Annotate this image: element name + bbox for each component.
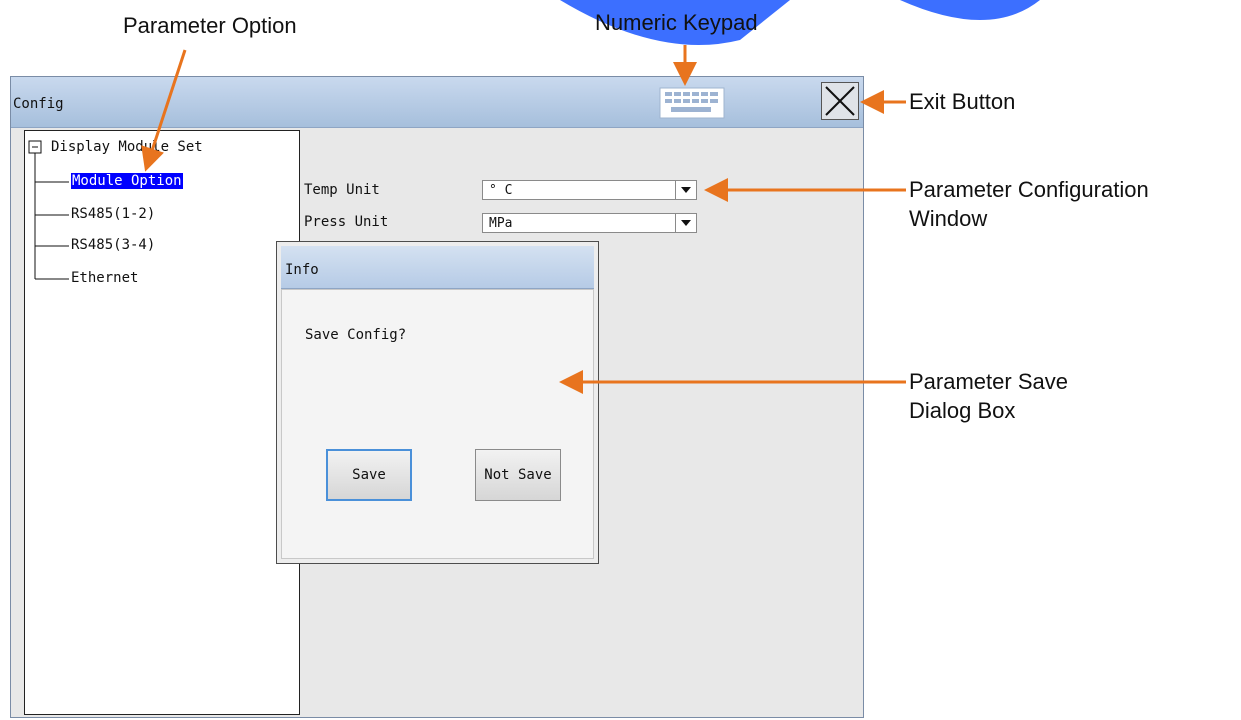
callout-numeric-keypad: Numeric Keypad [595, 10, 758, 35]
window-title: Config [13, 96, 64, 112]
dialog-body: Save Config? Save Not Save [281, 289, 594, 559]
callout-parameter-option: Parameter Option [123, 13, 297, 38]
temp-unit-select[interactable]: ° C [482, 180, 697, 200]
dialog-title: Info [285, 262, 319, 278]
press-unit-value: MPa [489, 216, 513, 231]
tree-item-rs485-3-4[interactable]: RS485(3-4) [71, 237, 155, 253]
not-save-button[interactable]: Not Save [475, 449, 561, 501]
tree-item-ethernet[interactable]: Ethernet [71, 270, 138, 286]
save-dialog: Info Save Config? Save Not Save [276, 241, 599, 564]
chevron-down-icon [675, 181, 696, 199]
tree-root-display-module-set[interactable]: Display Module Set [51, 139, 203, 155]
callout-exit-button: Exit Button [909, 89, 1016, 114]
close-icon [825, 86, 855, 116]
dialog-message: Save Config? [305, 327, 407, 343]
callout-param-config-line1: Parameter Configuration [909, 177, 1149, 202]
press-unit-select[interactable]: MPa [482, 213, 697, 233]
exit-button[interactable] [821, 82, 859, 120]
callout-param-save-line1: Parameter Save [909, 369, 1068, 394]
parameter-tree: Display Module Set Module Option RS485(1… [24, 130, 300, 715]
temp-unit-label: Temp Unit [304, 182, 380, 198]
dialog-titlebar: Info [281, 246, 594, 289]
temp-unit-value: ° C [489, 183, 513, 198]
window-titlebar: Config [11, 77, 863, 128]
keyboard-icon [659, 87, 725, 119]
numeric-keypad-button[interactable] [659, 87, 725, 119]
callout-param-config-line2: Window [909, 206, 988, 231]
chevron-down-icon [675, 214, 696, 232]
tree-connector-lines [28, 140, 69, 280]
tree-item-rs485-1-2[interactable]: RS485(1-2) [71, 206, 155, 222]
press-unit-label: Press Unit [304, 214, 389, 230]
tree-item-module-option[interactable]: Module Option [71, 173, 183, 189]
callout-param-save-line2: Dialog Box [909, 398, 1016, 423]
save-button[interactable]: Save [326, 449, 412, 501]
